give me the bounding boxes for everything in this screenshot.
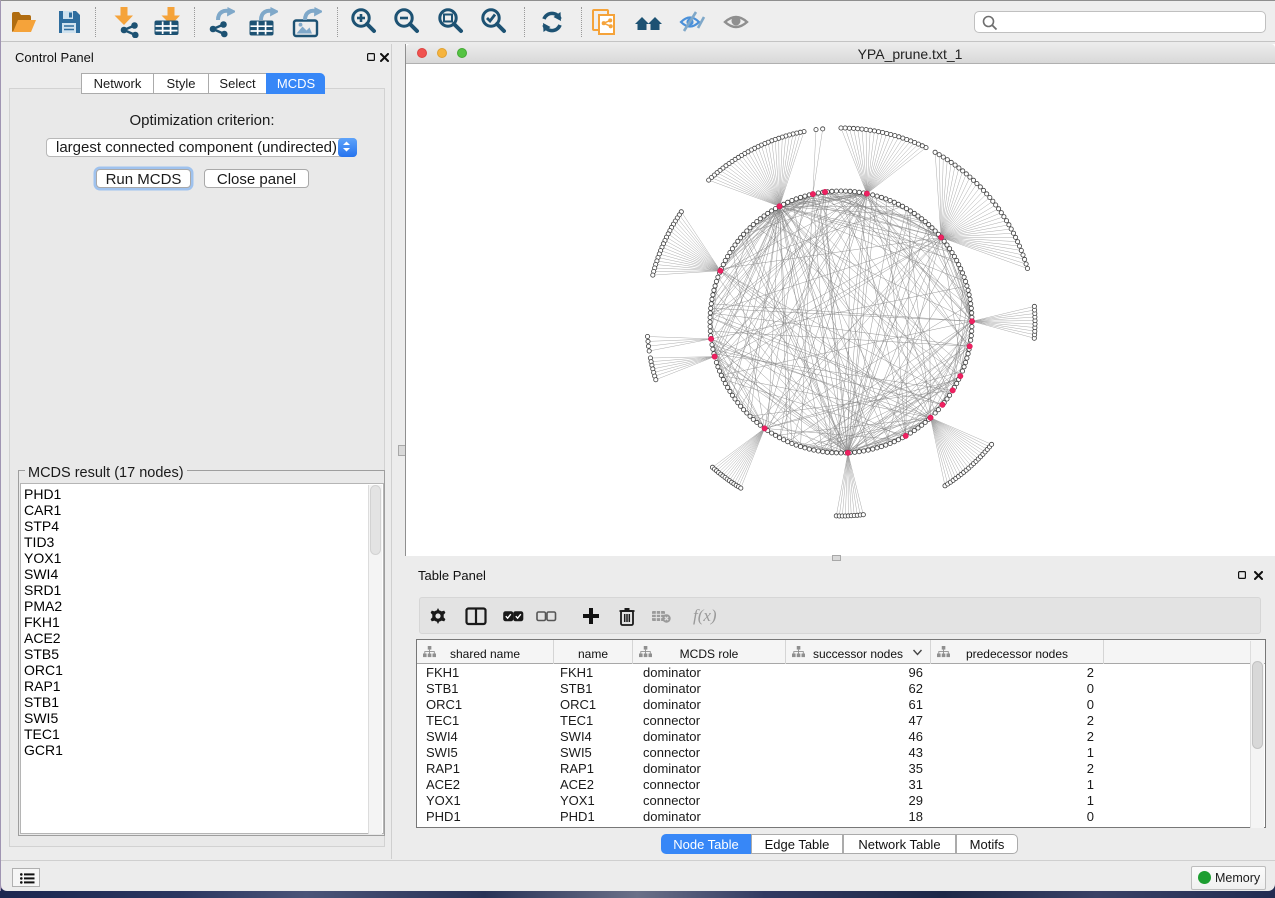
svg-text:f(x): f(x)	[693, 606, 717, 625]
